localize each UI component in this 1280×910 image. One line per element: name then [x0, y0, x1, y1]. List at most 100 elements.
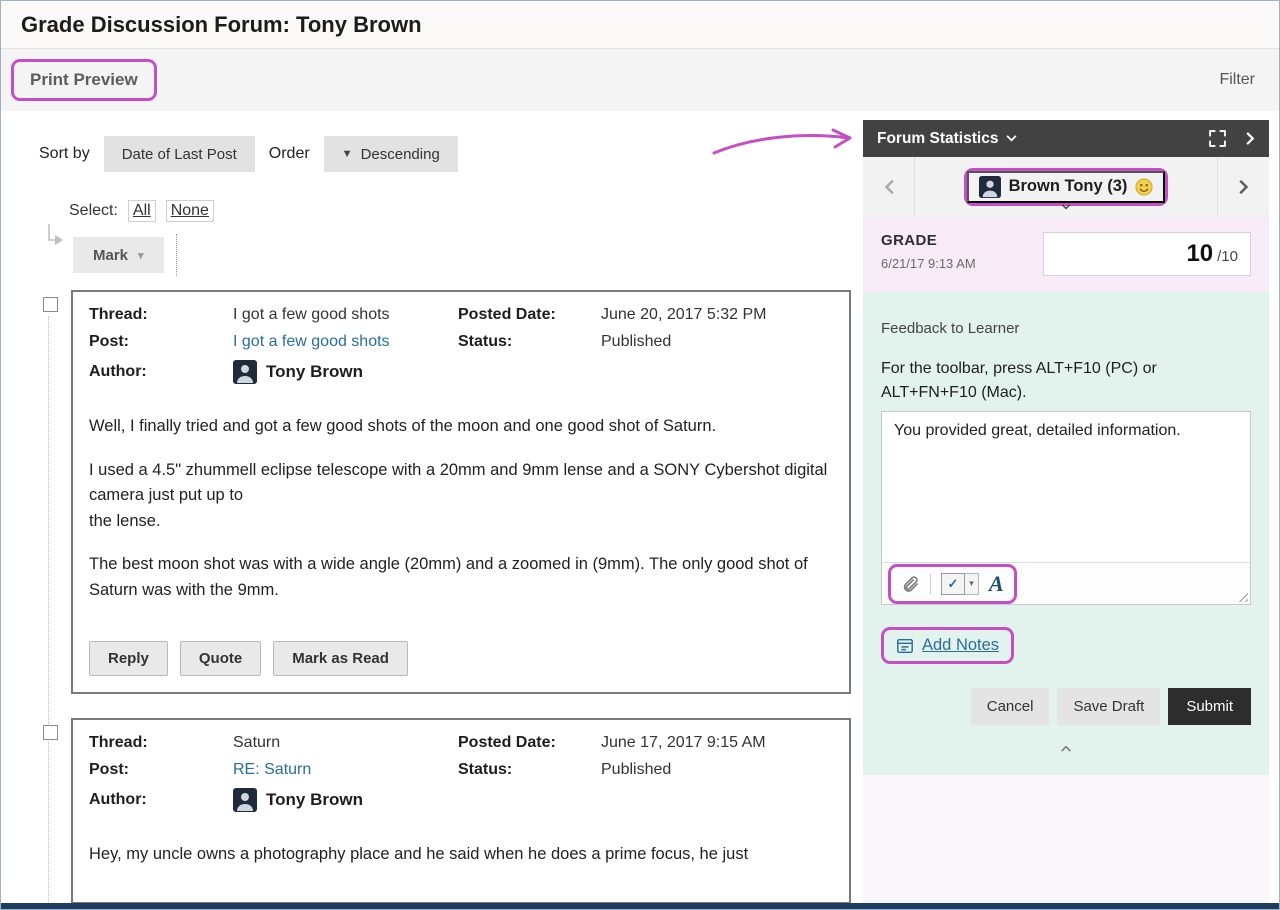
reply-button[interactable]: Reply: [89, 641, 168, 676]
sort-by-button[interactable]: Date of Last Post: [104, 136, 255, 172]
grade-section: GRADE 6/21/17 9:13 AM 10 /10: [863, 216, 1269, 292]
student-name: Brown Tony (3): [1009, 177, 1128, 196]
post-body: Hey, my uncle owns a photography place a…: [89, 842, 833, 868]
grade-max: /10: [1217, 248, 1238, 265]
posted-date-label: Posted Date:: [458, 306, 601, 324]
student-dropdown-caret-icon: [1061, 197, 1071, 215]
author-label: Author:: [89, 363, 233, 381]
cancel-button[interactable]: Cancel: [971, 688, 1050, 725]
feedback-section: Feedback to Learner For the toolbar, pre…: [863, 292, 1269, 775]
forum-statistics-toggle[interactable]: Forum Statistics: [877, 130, 1017, 148]
paperclip-icon: [901, 574, 920, 593]
previous-student-button[interactable]: [863, 157, 915, 216]
feedback-textarea[interactable]: You provided great, detailed information…: [882, 412, 1250, 562]
author-name: Tony Brown: [266, 362, 363, 382]
post-paragraph: The best moon shot was with a wide angle…: [89, 552, 833, 603]
author-avatar: [233, 788, 257, 812]
thread-value: I got a few good shots: [233, 306, 458, 324]
submit-button[interactable]: Submit: [1168, 688, 1251, 725]
forum-statistics-title: Forum Statistics: [877, 130, 998, 148]
post-checkbox[interactable]: [43, 297, 58, 312]
grade-status-icon: [1135, 178, 1153, 196]
select-none-link[interactable]: None: [166, 200, 214, 222]
page-title: Grade Discussion Forum: Tony Brown: [21, 12, 422, 38]
order-button[interactable]: ▼ Descending: [324, 136, 458, 172]
author-avatar: [233, 360, 257, 384]
posted-date-label: Posted Date:: [458, 734, 601, 752]
quote-button[interactable]: Quote: [180, 641, 261, 676]
action-bar: Print Preview Filter: [1, 49, 1279, 111]
post-item: Thread: I got a few good shots Posted Da…: [71, 290, 851, 694]
author-name: Tony Brown: [266, 790, 363, 810]
collapse-panel-button[interactable]: [1246, 131, 1255, 146]
post-title-link[interactable]: RE: Saturn: [233, 761, 311, 778]
thread-label: Thread:: [89, 734, 233, 752]
chevron-up-icon: [1060, 745, 1072, 752]
grade-value: 10: [1186, 240, 1213, 268]
status-label: Status:: [458, 761, 601, 779]
posts-list: Thread: I got a few good shots Posted Da…: [13, 290, 851, 904]
text-editor-button[interactable]: A: [989, 571, 1004, 597]
thread-rail-line: [48, 316, 49, 910]
chevron-left-icon: [884, 179, 894, 195]
next-student-button[interactable]: [1217, 157, 1269, 216]
order-value: Descending: [361, 146, 440, 163]
grade-date: 6/21/17 9:13 AM: [881, 256, 976, 271]
feedback-editor: You provided great, detailed information…: [881, 411, 1251, 605]
chevron-down-icon: [1006, 135, 1017, 142]
save-draft-button[interactable]: Save Draft: [1057, 688, 1160, 725]
grade-input[interactable]: 10 /10: [1043, 232, 1251, 276]
post-paragraph: Well, I finally tried and got a few good…: [89, 414, 833, 440]
bottom-border: [1, 903, 1279, 909]
descending-icon: ▼: [342, 148, 353, 160]
editor-toolbar-hint: For the toolbar, press ALT+F10 (PC) or A…: [881, 357, 1221, 405]
feedback-label: Feedback to Learner: [881, 320, 1251, 337]
add-notes-row: Add Notes: [881, 627, 1251, 664]
post-checkbox[interactable]: [43, 725, 58, 740]
expand-panel-button[interactable]: [1209, 130, 1226, 147]
post-label: Post:: [89, 333, 233, 351]
editor-toolbar: ✓ ▾ A: [882, 562, 1250, 604]
mark-as-read-button[interactable]: Mark as Read: [273, 641, 408, 676]
mark-button-label: Mark: [93, 247, 128, 264]
sort-by-label: Sort by: [39, 145, 90, 163]
spellcheck-caret-button[interactable]: ▾: [965, 573, 979, 595]
order-label: Order: [269, 145, 310, 163]
mark-row: Mark ▾: [13, 236, 851, 274]
status-value: Published: [601, 333, 833, 351]
print-preview-button[interactable]: Print Preview: [14, 62, 154, 98]
grading-buttons: Cancel Save Draft Submit: [881, 688, 1251, 725]
post-body: Well, I finally tried and got a few good…: [89, 414, 833, 603]
add-notes-link[interactable]: Add Notes: [922, 636, 999, 655]
student-avatar: [979, 176, 1001, 198]
thread-value: Saturn: [233, 734, 458, 752]
status-label: Status:: [458, 333, 601, 351]
post-label: Post:: [89, 761, 233, 779]
select-label: Select:: [69, 202, 118, 220]
toolbar-divider: [930, 574, 931, 594]
spellcheck-button[interactable]: ✓: [941, 573, 965, 595]
add-notes-annotation: Add Notes: [881, 627, 1014, 664]
attach-file-button[interactable]: [901, 574, 920, 593]
author-label: Author:: [89, 791, 233, 809]
select-all-link[interactable]: All: [128, 200, 156, 222]
filter-button[interactable]: Filter: [1219, 71, 1255, 89]
sort-row: Sort by Date of Last Post Order ▼ Descen…: [13, 111, 851, 172]
post-title-link[interactable]: I got a few good shots: [233, 333, 390, 350]
status-value: Published: [601, 761, 833, 779]
posted-date-value: June 20, 2017 5:32 PM: [601, 306, 833, 324]
post-meta: Thread: Saturn Posted Date: June 17, 201…: [89, 734, 833, 812]
collapse-grade-panel[interactable]: [881, 725, 1251, 763]
author-cell: Tony Brown: [233, 788, 833, 812]
editor-resize-handle[interactable]: [1235, 589, 1248, 602]
chevron-right-icon: [1246, 131, 1255, 146]
author-cell: Tony Brown: [233, 360, 833, 384]
post-paragraph: Hey, my uncle owns a photography place a…: [89, 842, 833, 868]
post-item: Thread: Saturn Posted Date: June 17, 201…: [71, 718, 851, 904]
mark-caret-icon: ▾: [138, 249, 144, 262]
posted-date-value: June 17, 2017 9:15 AM: [601, 734, 833, 752]
page: Grade Discussion Forum: Tony Brown Print…: [0, 0, 1280, 910]
mark-button[interactable]: Mark ▾: [73, 237, 164, 273]
notes-icon: [896, 637, 914, 655]
grading-sidebar: Forum Statistics: [863, 120, 1269, 903]
